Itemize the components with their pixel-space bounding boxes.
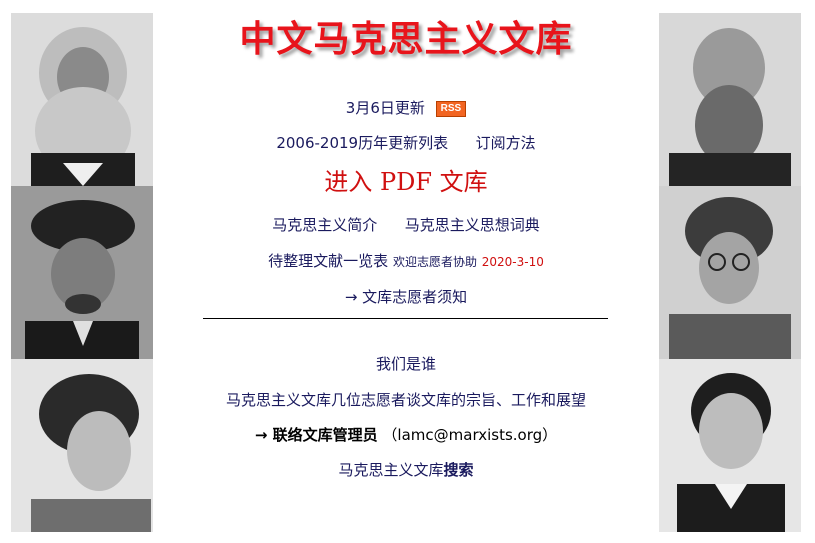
pending-date: 2020-3-10: [481, 255, 544, 269]
site-title: 中文马克思主义文库: [239, 18, 573, 60]
portrait-luxemburg-image: [11, 359, 153, 532]
search-prefix: 马克思主义文库: [338, 461, 444, 479]
marxism-dictionary-link[interactable]: 马克思主义思想词典: [405, 216, 540, 234]
intro-line: 马克思主义简介 马克思主义思想词典: [160, 214, 652, 235]
volunteer-welcome-text: 欢迎志愿者协助: [392, 255, 477, 269]
contact-close-paren: ）: [542, 426, 558, 444]
divider: [203, 318, 608, 319]
volunteers-talk-link[interactable]: 马克思主义文库几位志愿者谈文库的宗旨、工作和展望: [160, 389, 652, 410]
marxism-intro-link[interactable]: 马克思主义简介: [272, 216, 377, 234]
portrait-lenin-image: [11, 186, 153, 359]
contact-admin-link[interactable]: → 联络文库管理员: [255, 426, 378, 444]
rss-icon[interactable]: RSS: [435, 101, 467, 117]
pdf-library-link[interactable]: 进入 PDF 文库: [160, 162, 652, 197]
update-line: 3月6日更新 RSS: [160, 97, 652, 118]
subscribe-link[interactable]: 订阅方法: [476, 134, 536, 152]
portrait-engels-image: [659, 13, 801, 186]
history-line: 2006-2019历年更新列表 订阅方法: [160, 132, 652, 153]
update-date-link[interactable]: 3月6日更新: [346, 99, 425, 117]
volunteer-guide-link[interactable]: → 文库志愿者须知: [160, 286, 652, 307]
pending-documents-link[interactable]: 待整理文献一览表: [268, 252, 388, 270]
who-we-are-link[interactable]: 我们是谁: [160, 353, 652, 374]
portrait-trotsky-image: [659, 186, 801, 359]
portrait-chen-duxiu-image: [659, 359, 801, 532]
contact-email[interactable]: lamc@marxists.org: [397, 426, 542, 444]
search-link[interactable]: 搜索: [444, 461, 474, 479]
search-line[interactable]: 马克思主义文库搜索: [160, 459, 652, 480]
contact-open-paren: （: [382, 426, 398, 444]
history-list-link[interactable]: 2006-2019历年更新列表: [276, 134, 448, 152]
pending-line: 待整理文献一览表 欢迎志愿者协助 2020-3-10: [160, 250, 652, 271]
portrait-marx-image: [11, 13, 153, 186]
contact-line: → 联络文库管理员 （lamc@marxists.org）: [160, 424, 652, 445]
